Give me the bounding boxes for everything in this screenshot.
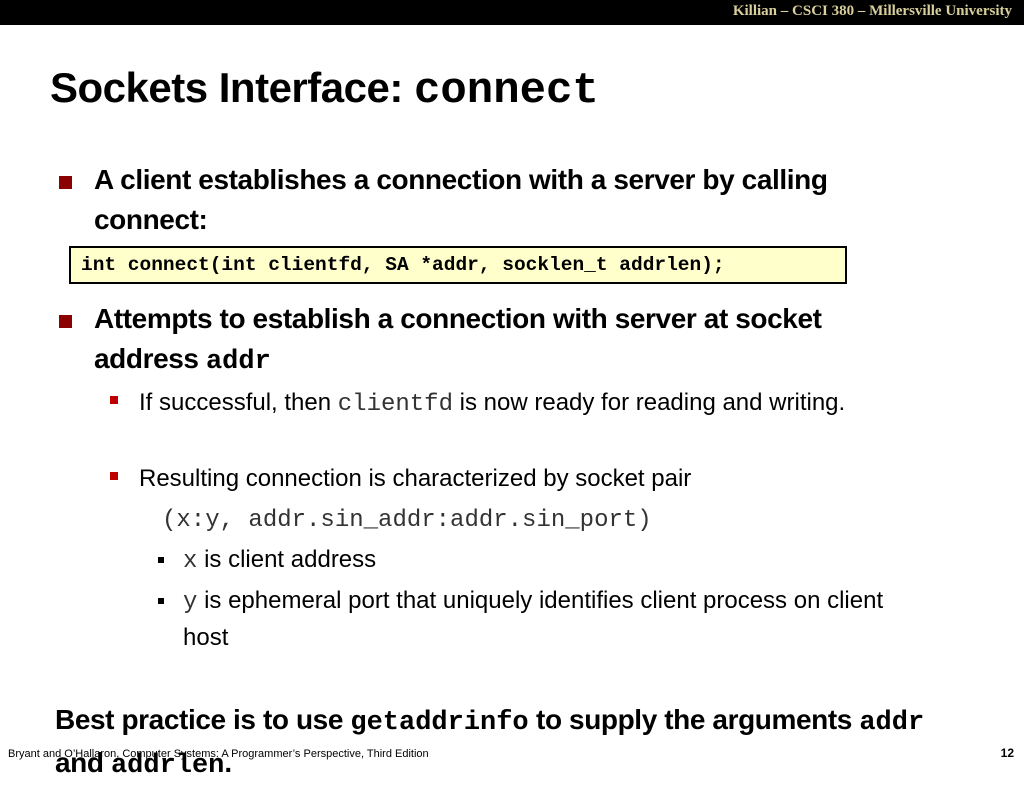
sub-sub-bullet-icon xyxy=(158,557,164,563)
y-text: is ephemeral port that uniquely identifi… xyxy=(183,587,884,651)
bullet2-text: Attempts to establish a connection with … xyxy=(94,303,822,374)
bullet-square-icon xyxy=(59,315,72,328)
title-code: connect xyxy=(414,66,599,116)
page-number: 12 xyxy=(1000,746,1014,760)
y-code: y xyxy=(183,589,198,616)
sub-bullet-square-icon xyxy=(110,396,118,404)
title-text: Sockets Interface: xyxy=(50,64,414,111)
sub-sub-bullet-y: y is ephemeral port that uniquely identi… xyxy=(183,583,903,655)
x-text: is client address xyxy=(197,546,377,573)
course-info: Killian – CSCI 380 – Millersville Univer… xyxy=(732,3,1012,19)
bullet-attempts-connection: Attempts to establish a connection with … xyxy=(94,299,914,382)
slide-title: Sockets Interface: connect xyxy=(50,64,599,116)
x-code: x xyxy=(183,548,198,575)
sub-sub-bullet-x: x is client address xyxy=(183,542,903,579)
bp-addr-code: addr xyxy=(859,708,925,738)
bullet-client-connect: A client establishes a connection with a… xyxy=(94,164,828,235)
clientfd-code: clientfd xyxy=(337,391,453,418)
header-bar: Killian – CSCI 380 – Millersville Univer… xyxy=(0,0,1024,25)
best-practice-note: Best practice is to use getaddrinfo to s… xyxy=(55,700,955,786)
bp-pre: Best practice is to use xyxy=(55,704,351,735)
sub-bullet-square-icon xyxy=(110,472,118,480)
sub1-pre: If successful, then xyxy=(139,389,338,416)
sub-bullet-success: If successful, then clientfd is now read… xyxy=(139,385,899,422)
sub1-post: is now ready for reading and writing. xyxy=(452,389,846,416)
getaddrinfo-code: getaddrinfo xyxy=(350,708,529,738)
footer-citation: Bryant and O’Hallaron, Computer Systems:… xyxy=(8,748,429,760)
bp-mid: to supply the arguments xyxy=(528,704,860,735)
connect-signature-box: int connect(int clientfd, SA *addr, sock… xyxy=(69,246,847,284)
socket-pair-code: (x:y, addr.sin_addr:addr.sin_port) xyxy=(162,507,652,534)
sub-bullet-socket-pair: Resulting connection is characterized by… xyxy=(139,465,692,492)
addr-code: addr xyxy=(205,347,271,377)
bullet-square-icon xyxy=(59,176,72,189)
sub-sub-bullet-icon xyxy=(158,598,164,604)
